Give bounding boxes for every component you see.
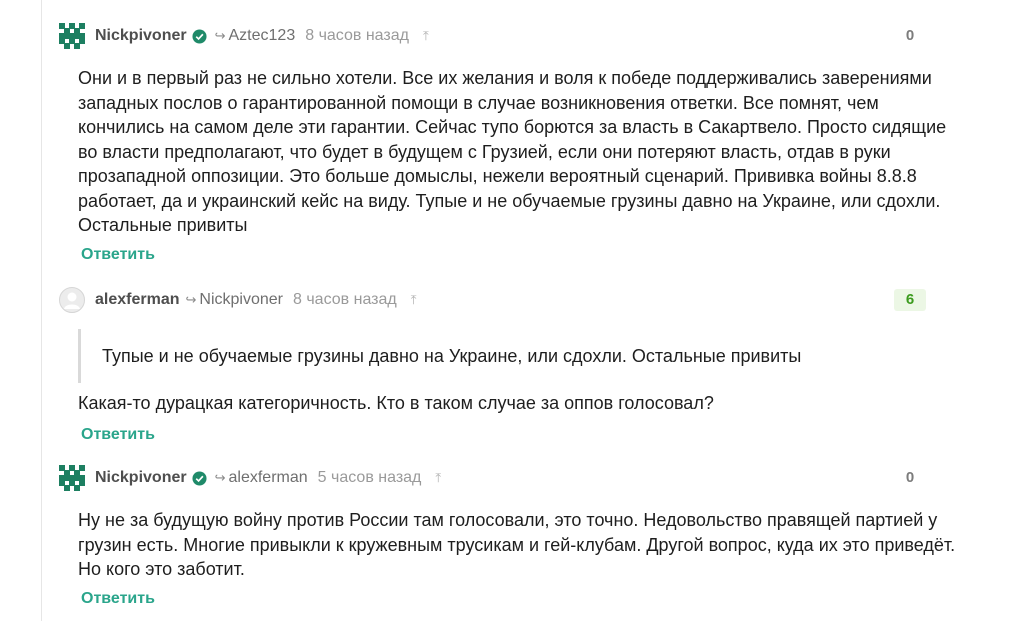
comment-header: Nickpivoner ↪ Aztec123 8 часов назад ⤒ 0: [59, 20, 1024, 52]
avatar[interactable]: [59, 287, 85, 313]
verified-icon: [192, 470, 207, 486]
comment-text: Какая-то дурацкая категоричность. Кто в …: [78, 393, 714, 413]
go-to-parent-icon[interactable]: ⤒: [435, 470, 441, 486]
thread-line: [41, 0, 42, 621]
comment: alexferman ↪ Nickpivoner 8 часов назад ⤒…: [59, 284, 1024, 444]
reply-to-username: Nickpivoner: [199, 291, 283, 308]
reply-button[interactable]: Ответить: [81, 590, 155, 608]
author-name[interactable]: Nickpivoner: [95, 27, 187, 45]
comment-time[interactable]: 8 часов назад: [293, 291, 397, 309]
reply-button[interactable]: Ответить: [81, 426, 155, 444]
reply-to-link[interactable]: ↪ Nickpivoner: [186, 291, 284, 309]
comment: Nickpivoner ↪ Aztec123 8 часов назад ⤒ 0…: [59, 20, 1024, 264]
comment-rating: 0: [905, 27, 915, 44]
reply-arrow-icon: ↪: [185, 292, 197, 307]
comment-time[interactable]: 5 часов назад: [318, 469, 422, 487]
comment-header: alexferman ↪ Nickpivoner 8 часов назад ⤒…: [59, 284, 1024, 316]
avatar[interactable]: [59, 23, 85, 49]
comment-text: Они и в первый раз не сильно хотели. Все…: [78, 68, 947, 235]
reply-arrow-icon: ↪: [214, 470, 226, 485]
author-name[interactable]: Nickpivoner: [95, 469, 187, 487]
go-to-parent-icon[interactable]: ⤒: [423, 28, 429, 44]
reply-to-username: Aztec123: [228, 27, 296, 44]
reply-button[interactable]: Ответить: [81, 246, 155, 264]
comment-time[interactable]: 8 часов назад: [305, 27, 409, 45]
comment-rating: 0: [905, 469, 915, 486]
avatar[interactable]: [59, 465, 85, 491]
comment-text: Ну не за будущую войну против России там…: [78, 510, 956, 579]
comment-rating: 6: [894, 289, 926, 311]
reply-to-link[interactable]: ↪ alexferman: [215, 469, 308, 487]
reply-to-link[interactable]: ↪ Aztec123: [215, 27, 296, 45]
quote-text: Тупые и не обучаемые грузины давно на Ук…: [102, 345, 802, 366]
comment: Nickpivoner ↪ alexferman 5 часов назад ⤒…: [59, 462, 1024, 608]
quote-block: Тупые и не обучаемые грузины давно на Ук…: [78, 329, 1024, 383]
go-to-parent-icon[interactable]: ⤒: [411, 292, 417, 308]
author-name[interactable]: alexferman: [95, 291, 180, 309]
reply-arrow-icon: ↪: [214, 28, 226, 43]
comment-header: Nickpivoner ↪ alexferman 5 часов назад ⤒…: [59, 462, 1024, 494]
reply-to-username: alexferman: [228, 469, 308, 486]
verified-icon: [192, 28, 207, 44]
